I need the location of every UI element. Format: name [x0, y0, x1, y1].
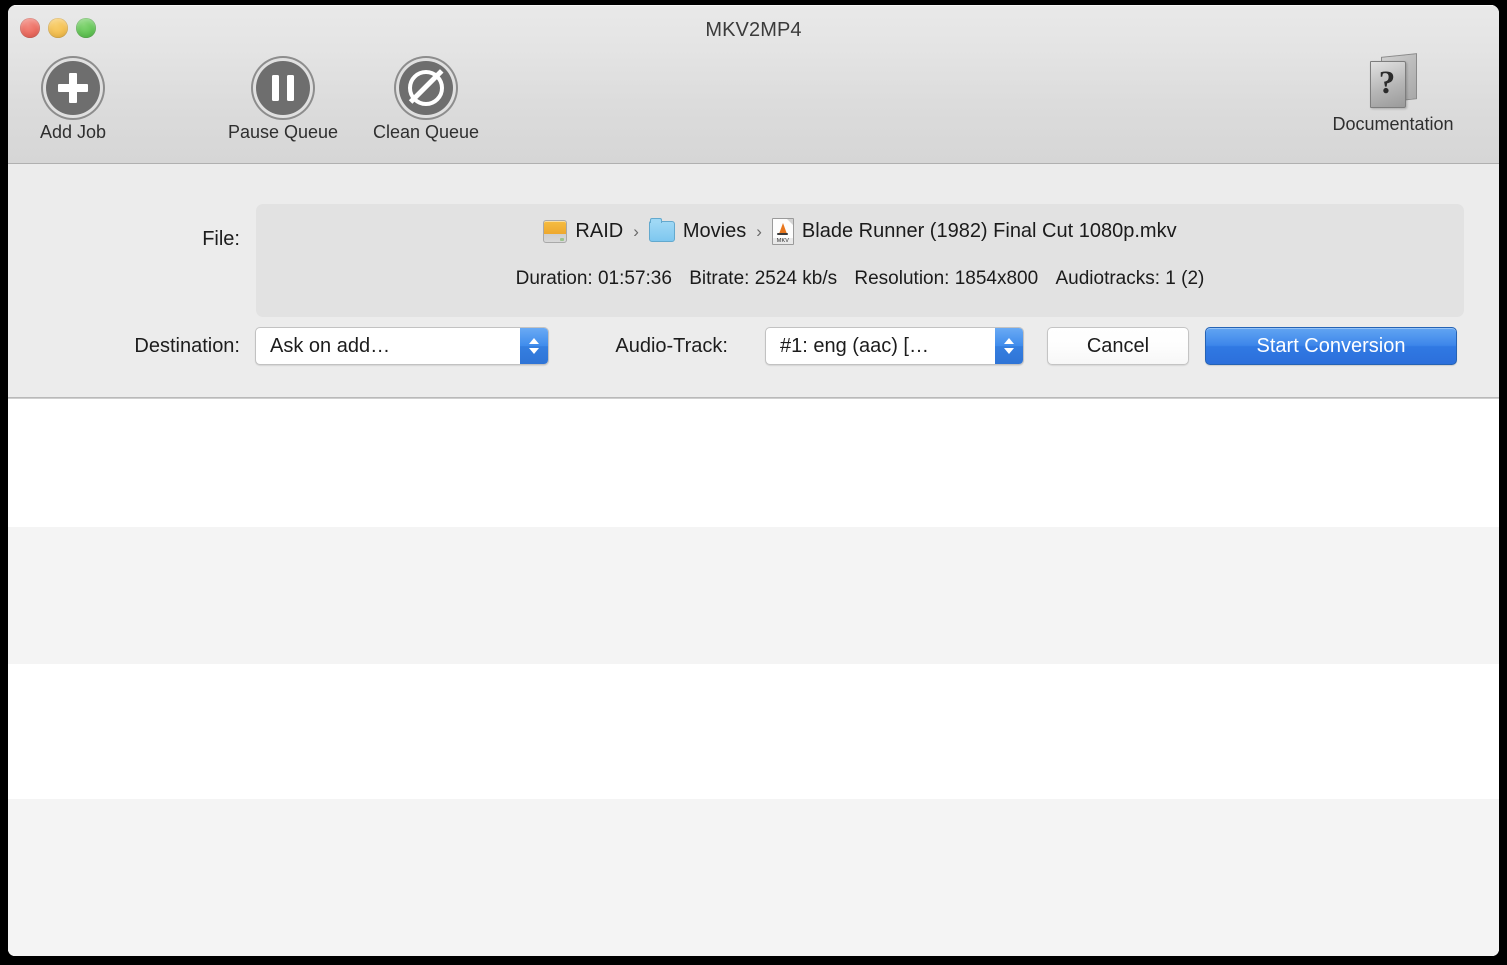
table-row[interactable]: [8, 399, 1499, 527]
toolbar-button-documentation[interactable]: ? Documentation: [1328, 53, 1458, 135]
file-label: File:: [202, 228, 240, 250]
breadcrumb-label-raid: RAID: [575, 220, 624, 242]
toolbar-label-documentation: Documentation: [1332, 114, 1454, 134]
toolbar-label-add-job: Add Job: [39, 122, 107, 142]
toolbar-button-add-job[interactable]: Add Job: [8, 61, 138, 143]
toolbar-button-clean-queue[interactable]: Clean Queue: [361, 61, 491, 143]
pause-circle-icon: [256, 61, 310, 115]
chevron-updown-icon: [520, 328, 548, 364]
audiotrack-value: #1: eng (aac) […: [780, 334, 929, 357]
chevron-updown-icon: [995, 328, 1023, 364]
cancel-button[interactable]: Cancel: [1047, 327, 1189, 365]
file-metadata: Duration: 01:57:36 Bitrate: 2524 kb/s Re…: [256, 268, 1464, 290]
start-conversion-button[interactable]: Start Conversion: [1205, 327, 1457, 365]
breadcrumb-label-file: Blade Runner (1982) Final Cut 1080p.mkv: [801, 220, 1177, 242]
breadcrumb-label-movies: Movies: [682, 220, 747, 242]
metadata-bitrate: Bitrate: 2524 kb/s: [689, 268, 838, 289]
breadcrumb-item-raid[interactable]: RAID: [543, 220, 623, 243]
titlebar-toolbar: MKV2MP4 Add Job Pause Queue Clean Queue …: [8, 5, 1499, 164]
breadcrumb-separator: ›: [756, 221, 762, 241]
window-title: MKV2MP4: [705, 19, 802, 41]
audiotrack-select[interactable]: #1: eng (aac) […: [765, 327, 1024, 365]
breadcrumb-separator: ›: [633, 221, 639, 241]
destination-label: Destination:: [134, 335, 240, 357]
table-row[interactable]: [8, 664, 1499, 799]
app-window: MKV2MP4 Add Job Pause Queue Clean Queue …: [8, 5, 1499, 956]
file-path-box: RAID › Movies › MKV Blade Runner (1982) …: [256, 204, 1464, 317]
destination-select[interactable]: Ask on add…: [255, 327, 549, 365]
question-book-icon: ?: [1367, 53, 1419, 109]
hard-drive-icon: [543, 220, 568, 243]
controls-row: Destination: Ask on add… Audio-Track: #1…: [8, 324, 1499, 384]
breadcrumb-item-movies[interactable]: Movies: [648, 218, 747, 243]
job-queue-table[interactable]: [8, 398, 1499, 956]
audiotrack-label: Audio-Track:: [615, 335, 728, 357]
metadata-resolution: Resolution: 1854x800: [854, 268, 1039, 289]
toolbar-button-pause-queue[interactable]: Pause Queue: [218, 61, 348, 143]
toolbar-label-clean-queue: Clean Queue: [372, 122, 480, 142]
mkv-file-icon: MKV: [771, 218, 794, 245]
toolbar-label-pause-queue: Pause Queue: [227, 122, 339, 142]
add-circle-icon: [46, 61, 100, 115]
breadcrumb: RAID › Movies › MKV Blade Runner (1982) …: [256, 218, 1464, 245]
destination-value: Ask on add…: [270, 334, 391, 357]
file-info-panel: File: RAID › Movies › MKV Blade Runner (…: [8, 164, 1499, 398]
prohibition-circle-icon: [399, 61, 453, 115]
metadata-audiotracks: Audiotracks: 1 (2): [1055, 268, 1205, 289]
metadata-duration: Duration: 01:57:36: [515, 268, 672, 289]
folder-icon: [648, 218, 675, 242]
breadcrumb-item-file[interactable]: MKV Blade Runner (1982) Final Cut 1080p.…: [771, 218, 1177, 245]
table-row[interactable]: [8, 527, 1499, 664]
table-row[interactable]: [8, 799, 1499, 956]
